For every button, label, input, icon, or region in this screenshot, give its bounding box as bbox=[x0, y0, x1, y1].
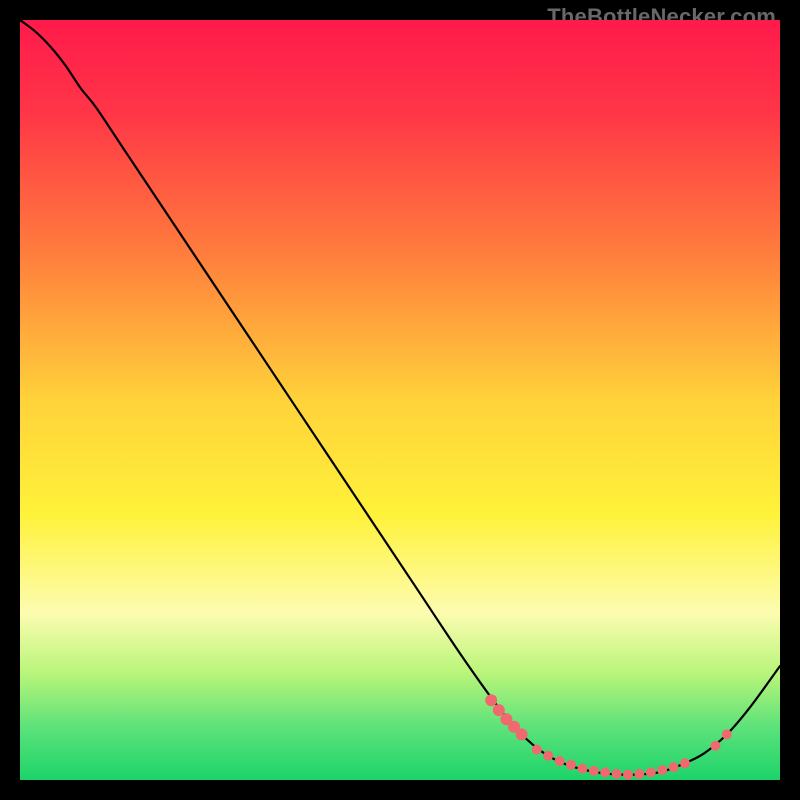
bottleneck-chart bbox=[20, 20, 780, 780]
data-marker bbox=[646, 767, 656, 777]
data-marker bbox=[623, 770, 633, 780]
data-marker bbox=[543, 751, 553, 761]
data-marker bbox=[577, 764, 587, 774]
data-marker bbox=[657, 765, 667, 775]
data-marker bbox=[680, 758, 690, 768]
data-marker bbox=[669, 762, 679, 772]
data-marker bbox=[516, 728, 528, 740]
plot-background bbox=[20, 20, 780, 780]
data-marker bbox=[566, 760, 576, 770]
data-marker bbox=[555, 756, 565, 766]
data-marker bbox=[634, 769, 644, 779]
data-marker bbox=[722, 729, 732, 739]
data-marker bbox=[600, 767, 610, 777]
chart-stage: TheBottleNecker.com bbox=[0, 0, 800, 800]
data-marker bbox=[532, 745, 542, 755]
data-marker bbox=[589, 766, 599, 776]
data-marker bbox=[710, 741, 720, 751]
data-marker bbox=[612, 769, 622, 779]
data-marker bbox=[485, 694, 497, 706]
